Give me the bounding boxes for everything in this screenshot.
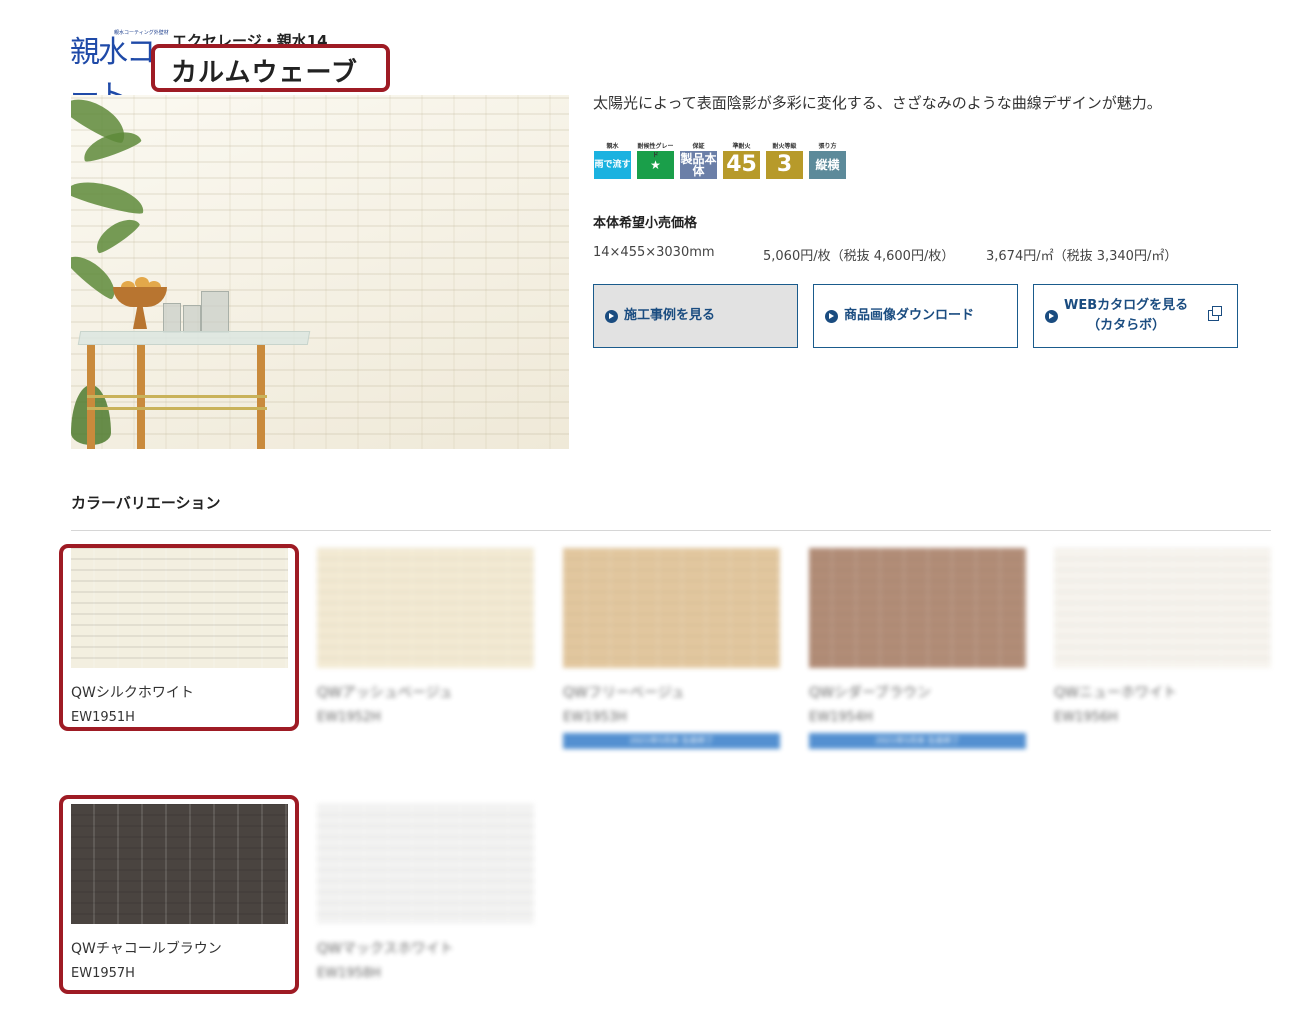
discontinued-label: 2021年5月末 生産終了: [563, 733, 780, 749]
swatch-image: [317, 548, 534, 668]
price-per-sheet: 5,060円/枚（税抜 4,600円/枚）: [763, 249, 955, 264]
product-hero-image: [71, 95, 569, 449]
price-heading: 本体希望小売価格: [593, 216, 698, 231]
arrow-circle-icon: [825, 309, 838, 323]
swatch-code: EW1953H: [563, 710, 627, 725]
swatch-image: [317, 804, 534, 924]
fire-45-badge: 準耐火 45: [722, 141, 761, 180]
swatch-name: QWシダーブラウン: [809, 685, 932, 701]
rain-wash-badge: 親水 雨で流す: [593, 141, 632, 180]
highlight-box: [59, 795, 299, 994]
swatch-code: EW1952H: [317, 710, 381, 725]
swatch-card-ash-beige[interactable]: QWアッシュベージュ EW1952H: [317, 548, 534, 725]
logo-subtext: 親水コーティング外壁材: [114, 30, 169, 36]
swatch-code: EW1954H: [809, 710, 873, 725]
price-per-sqm: 3,674円/㎡（税抜 3,340円/㎡）: [986, 249, 1178, 264]
warranty-badge: 保証 製品本体: [679, 141, 718, 180]
spec-badges: 親水 雨で流す 耐候性グレード ★ 保証 製品本体 準耐火 45 耐火等級 3 …: [593, 141, 847, 180]
arrow-circle-icon: [605, 309, 618, 323]
page-title: カルムウェーブ: [171, 58, 358, 88]
swatch-card-max-white[interactable]: QWマックスホワイト EW1958H: [317, 804, 534, 981]
external-link-icon: [1208, 306, 1222, 321]
color-variation-heading: カラーバリエーション: [71, 494, 221, 512]
swatch-code: EW1956H: [1054, 710, 1118, 725]
highlight-box: [59, 544, 299, 731]
swatch-card-cedar-brown[interactable]: QWシダーブラウン EW1954H 2021年5月末 生産終了: [809, 548, 1026, 749]
swatch-code: EW1958H: [317, 966, 381, 981]
swatch-name: QWニューホワイト: [1054, 685, 1177, 701]
price-row: 14×455×3030mm 5,060円/枚（税抜 4,600円/枚） 3,67…: [593, 245, 1177, 264]
view-cases-button[interactable]: 施工事例を見る: [593, 284, 798, 348]
weather-grade-badge: 耐候性グレード ★: [636, 141, 675, 180]
swatch-name: QWマックスホワイト: [317, 941, 454, 957]
download-images-button[interactable]: 商品画像ダウンロード: [813, 284, 1018, 348]
title-highlight: カルムウェーブ: [151, 44, 390, 92]
swatch-card-free-beige[interactable]: QWフリーベージュ EW1953H 2021年5月末 生産終了: [563, 548, 780, 749]
arrow-circle-icon: [1045, 309, 1058, 323]
product-size: 14×455×3030mm: [593, 245, 715, 260]
fire-grade-badge: 耐火等級 3: [765, 141, 804, 180]
discontinued-label: 2021年5月末 生産終了: [809, 733, 1026, 749]
swatch-image: [563, 548, 780, 668]
section-divider: [71, 530, 1271, 531]
product-description: 太陽光によって表面陰影が多彩に変化する、さざなみのような曲線デザインが魅力。: [593, 94, 1162, 112]
brand-logo[interactable]: 親水コート 親水コーティング外壁材: [70, 27, 169, 114]
swatch-image: [1054, 548, 1271, 668]
swatch-card-new-white[interactable]: QWニューホワイト EW1956H: [1054, 548, 1271, 725]
orientation-badge: 張り方 縦横: [808, 141, 847, 180]
swatch-name: QWフリーベージュ: [563, 685, 685, 701]
web-catalog-button[interactable]: WEBカタログを見る （カタらボ）: [1033, 284, 1238, 348]
swatch-image: [809, 548, 1026, 668]
swatch-name: QWアッシュベージュ: [317, 685, 453, 701]
series-name: エクセレージ・親水14: [172, 32, 328, 44]
